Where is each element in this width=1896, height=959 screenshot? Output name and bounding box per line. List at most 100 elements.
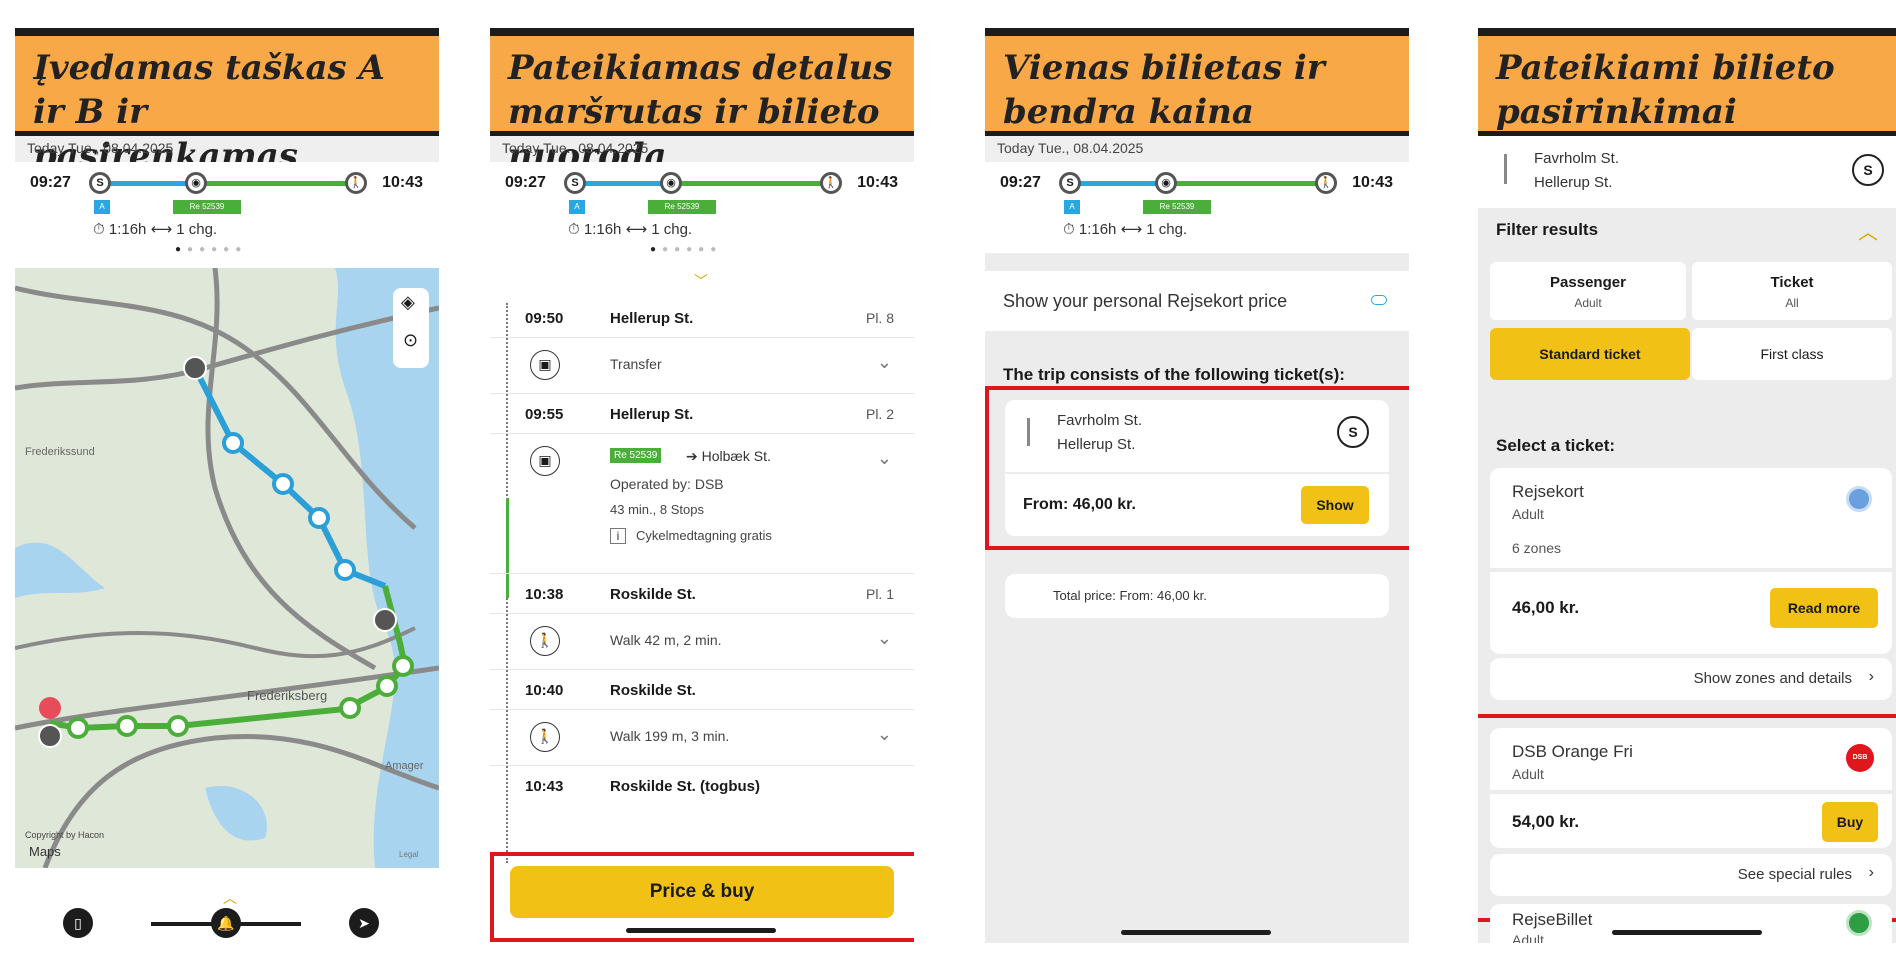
select-heading: Select a ticket: [1496,436,1616,455]
passenger-filter[interactable]: Passenger Adult [1490,262,1686,320]
stop-time: 10:43 [525,778,564,795]
chevron-down-icon[interactable]: ⌄ [877,448,892,469]
route-line [1504,154,1507,184]
ticket-name: DSB Orange Fri [1512,742,1633,761]
bus-tag: A [94,200,110,214]
chevron-up-icon[interactable]: ︿ [223,888,237,908]
from-price: From: 46,00 kr. [1023,496,1136,513]
chevron-down-icon[interactable]: ⌄ [877,628,892,649]
ticket-zones: 6 zones [1512,540,1562,556]
walk-icon: 🚶 [530,722,560,752]
departure-time: 09:27 [30,174,71,191]
ticket-type: Adult [1512,506,1544,522]
layers-icon[interactable]: ◈ [401,292,415,313]
train-tag: Re 52539 [610,448,662,463]
ticket-card-dsb-orange[interactable]: DSB Orange Fri Adult DSB 54,00 kr. Buy [1490,728,1892,848]
legal-link[interactable]: Legal [399,850,419,859]
walk-icon: 🚶 [820,172,842,194]
tab-standard-ticket[interactable]: Standard ticket [1490,328,1690,380]
ticket-price: 54,00 kr. [1512,812,1580,831]
ticket-icon[interactable]: ▯ [63,908,93,938]
special-rules-label: See special rules [1737,866,1852,883]
ticket-filter[interactable]: Ticket All [1692,262,1892,320]
platform-label: Pl. 8 [865,310,894,326]
toggle-switch[interactable] [1371,295,1387,305]
read-more-button[interactable]: Read more [1770,588,1878,628]
train-leg-row[interactable]: ▣ Re 52539 ➔ Holbæk St. Operated by: DSB… [490,434,914,574]
itinerary-list: 09:50 Hellerup St. Pl. 8 ▣ Transfer ⌄ 09… [490,298,914,806]
locate-icon[interactable]: ⊙ [403,330,418,351]
ticket-card-rejsebillet[interactable]: RejseBillet Adult [1490,904,1892,943]
ticket-label: Ticket [1770,274,1814,291]
chevron-up-icon[interactable]: ︿ [1858,216,1878,245]
train-tag: Re 52539 [173,200,241,214]
leg-label: Walk 42 m, 2 min. [610,632,722,648]
bus-tag: A [569,200,585,214]
rejsekort-toggle-row[interactable]: Show your personal Rejsekort price [985,271,1409,331]
stop-row[interactable]: 10:40 Roskilde St. [490,670,914,710]
stop-time: 09:50 [525,310,564,327]
home-indicator [626,928,776,933]
navigate-icon[interactable]: ➤ [349,908,379,938]
total-price-card: Total price: From: 46,00 kr. [1005,574,1389,618]
tab-first-class[interactable]: First class [1692,328,1892,380]
route-details-panel: Pateikiamas detalus maršrutas ir bilieto… [490,28,914,943]
ticket-name: Rejsekort [1512,482,1584,501]
train-segment [673,181,828,186]
stop-row[interactable]: 09:50 Hellerup St. Pl. 8 [490,298,914,338]
chevron-right-icon: › [1868,668,1874,685]
duration-label: ⏱ 1:16h ⟷ 1 chg. [93,221,218,238]
rejsekort-toggle-label: Show your personal Rejsekort price [1003,291,1288,311]
stop-row[interactable]: 10:43 Roskilde St. (togbus) [490,766,914,806]
train-icon: ▣ [530,350,560,380]
train-stop-icon: ◉ [185,172,207,194]
walk-icon: 🚶 [530,626,560,656]
show-button[interactable]: Show [1301,486,1369,524]
journey-summary[interactable]: 09:27 S ◉ 🚶 10:43 A Re 52539 ⏱ 1:16h ⟷ 1… [490,162,914,255]
chevron-down-icon[interactable]: ⌄ [877,724,892,745]
special-rules-link[interactable]: See special rules › [1490,854,1892,896]
leg-info: 43 min., 8 Stops [610,502,704,517]
arrival-time: 10:43 [382,174,423,191]
leg-label: Walk 199 m, 3 min. [610,728,730,744]
chevron-right-icon: › [1868,864,1874,881]
stop-time: 10:40 [525,682,564,699]
panel-banner: Įvedamas taškas A ir B ir pasirenkamas m… [15,28,439,220]
map-label: Frederiksberg [247,688,328,703]
train-segment [198,181,353,186]
bus-stop-icon: S [1059,172,1081,194]
duration-label: ⏱ 1:16h ⟷ 1 chg. [1063,221,1188,238]
dsb-icon: DSB [1846,744,1874,772]
divider [1005,472,1389,474]
leg-row[interactable]: 🚶 Walk 42 m, 2 min. ⌄ [490,614,914,670]
journey-summary[interactable]: 09:27 S ◉ 🚶 10:43 A Re 52539 ⏱ 1:16h ⟷ 1… [15,162,439,255]
train-segment [1168,181,1323,186]
train-direction: ➔ Holbæk St. [686,448,771,464]
price-and-buy-button[interactable]: Price & buy [510,866,894,918]
stop-row[interactable]: 09:55 Hellerup St. Pl. 2 [490,394,914,434]
leg-row[interactable]: 🚶 Walk 199 m, 3 min. ⌄ [490,710,914,766]
ticket-card[interactable]: Favrholm St. Hellerup St. S From: 46,00 … [1005,400,1389,536]
to-station: Hellerup St. [1057,436,1136,453]
route-map[interactable]: Frederikssund Frederiksberg Amager Copyr… [15,267,439,869]
bus-segment [103,181,198,186]
train-stop-icon: ◉ [1155,172,1177,194]
leg-label: Transfer [610,356,662,372]
chevron-down-icon[interactable]: ﹀ [694,271,708,291]
bell-icon[interactable]: 🔔 [211,908,241,938]
zones-details-link[interactable]: Show zones and details › [1490,658,1892,700]
ticket-card-rejsekort[interactable]: Rejsekort Adult 6 zones 46,00 kr. Read m… [1490,468,1892,654]
chevron-down-icon[interactable]: ⌄ [877,352,892,373]
page-indicator[interactable]: ●●●●●● [650,244,722,255]
bus-segment [578,181,673,186]
page-indicator[interactable]: ●●●●●● [175,244,247,255]
buy-button[interactable]: Buy [1822,802,1878,842]
panel-banner: Vienas bilietas ir bendra kaina [985,28,1409,136]
arrival-time: 10:43 [857,174,898,191]
route-line [1027,418,1030,446]
leg-row[interactable]: ▣ Transfer ⌄ [490,338,914,394]
journey-summary[interactable]: 09:27 S ◉ 🚶 10:43 A Re 52539 ⏱ 1:16h ⟷ 1… [985,162,1409,246]
arrival-time: 10:43 [1352,174,1393,191]
stop-row[interactable]: 10:38 Roskilde St. Pl. 1 [490,574,914,614]
from-station: Favrholm St. [1534,150,1620,167]
